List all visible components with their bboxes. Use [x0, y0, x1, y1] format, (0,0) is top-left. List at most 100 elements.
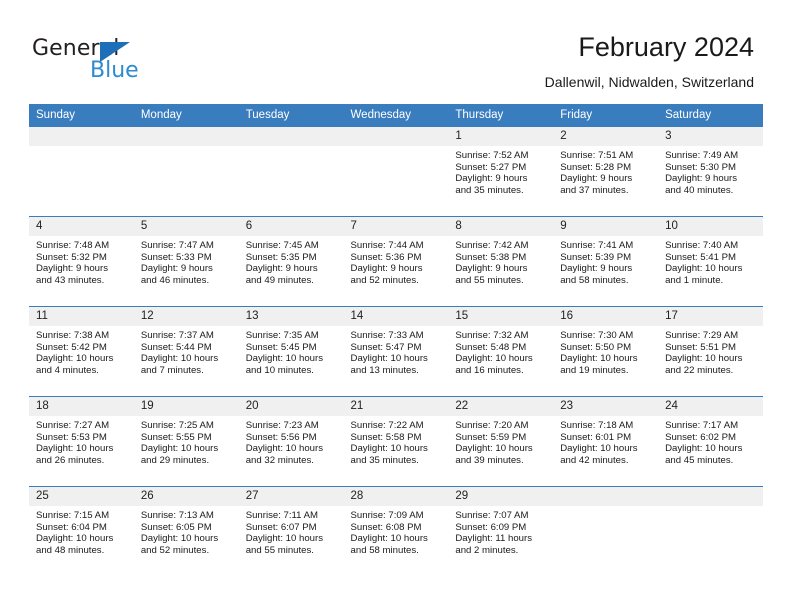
calendar-day-cell[interactable]: 3 Sunrise: 7:49 AM Sunset: 5:30 PM Daylight… — [658, 127, 763, 217]
weekday-header-thursday: Thursday — [448, 104, 554, 127]
weekday-header-tuesday: Tuesday — [238, 104, 344, 127]
sunset-text: Sunset: 5:50 PM — [560, 341, 632, 353]
calendar-day-cell[interactable]: 8 Sunrise: 7:42 AM Sunset: 5:38 PM Daylight… — [448, 216, 554, 307]
calendar-day-cell[interactable]: 19 Sunrise: 7:25 AM Sunset: 5:55 PM Dayligh… — [133, 396, 239, 487]
day-number: 26 — [133, 487, 239, 506]
calendar-day-cell[interactable]: 25 Sunrise: 7:15 AM Sunset: 6:04 PM Dayligh… — [29, 486, 134, 576]
calendar-week-row: 4 Sunrise: 7:48 AM Sunset: 5:32 PM Daylight… — [29, 216, 763, 307]
day-sun-info: Sunrise: 7:17 AM Sunset: 6:02 PM Daylight:… — [658, 416, 763, 466]
calendar-body: 1 Sunrise: 7:52 AM Sunset: 5:27 PM Daylight… — [29, 127, 763, 576]
calendar-day-cell[interactable]: 7 Sunrise: 7:44 AM Sunset: 5:36 PM Daylight… — [343, 216, 449, 307]
calendar-day-cell[interactable]: 24 Sunrise: 7:17 AM Sunset: 6:02 PM Dayligh… — [658, 396, 763, 487]
sunset-text: Sunset: 6:04 PM — [36, 521, 107, 533]
calendar-day-cell[interactable]: 11 Sunrise: 7:38 AM Sunset: 5:42 PM Dayligh… — [29, 306, 134, 397]
day-cell-inner — [553, 487, 659, 576]
calendar-day-cell[interactable]: 17 Sunrise: 7:29 AM Sunset: 5:51 PM Dayligh… — [658, 306, 763, 397]
calendar-empty-cell — [238, 127, 344, 217]
calendar-day-cell[interactable]: 29 Sunrise: 7:07 AM Sunset: 6:09 PM Dayligh… — [448, 486, 554, 576]
calendar-week-row: 25 Sunrise: 7:15 AM Sunset: 6:04 PM Dayligh… — [29, 486, 763, 576]
day-number — [658, 487, 763, 506]
sunrise-text: Sunrise: 7:37 AM — [140, 330, 214, 341]
day-cell-inner: 28 Sunrise: 7:09 AM Sunset: 6:08 PM Dayligh… — [343, 487, 449, 576]
day-sun-info: Sunrise: 7:09 AM Sunset: 6:08 PM Daylight:… — [344, 506, 449, 556]
day-cell-inner — [238, 127, 344, 216]
daylight-text-line1: Daylight: 10 hours — [455, 353, 533, 365]
day-number: 4 — [29, 217, 134, 236]
calendar-day-cell[interactable]: 23 Sunrise: 7:18 AM Sunset: 6:01 PM Dayligh… — [553, 396, 659, 487]
logo-text-blue: Blue — [90, 58, 139, 83]
daylight-text-line2: and 35 minutes. — [350, 454, 419, 466]
calendar-day-cell[interactable]: 15 Sunrise: 7:32 AM Sunset: 5:48 PM Dayligh… — [448, 306, 554, 397]
calendar-week-row: 18 Sunrise: 7:27 AM Sunset: 5:53 PM Dayligh… — [29, 396, 763, 487]
day-sun-info: Sunrise: 7:41 AM Sunset: 5:39 PM Daylight:… — [553, 236, 658, 286]
sunrise-text: Sunrise: 7:42 AM — [455, 240, 529, 251]
day-cell-inner: 1 Sunrise: 7:52 AM Sunset: 5:27 PM Daylight… — [448, 127, 554, 216]
day-sun-info: Sunrise: 7:47 AM Sunset: 5:33 PM Daylight:… — [134, 236, 239, 286]
sunset-text: Sunset: 5:44 PM — [140, 341, 212, 353]
day-cell-inner: 12 Sunrise: 7:37 AM Sunset: 5:44 PM Dayligh… — [133, 307, 239, 396]
day-number: 6 — [238, 217, 344, 236]
sunset-text: Sunset: 6:05 PM — [140, 521, 212, 533]
day-number: 10 — [658, 217, 763, 236]
calendar-day-cell[interactable]: 1 Sunrise: 7:52 AM Sunset: 5:27 PM Daylight… — [448, 127, 554, 217]
calendar-day-cell[interactable]: 28 Sunrise: 7:09 AM Sunset: 6:08 PM Dayligh… — [343, 486, 449, 576]
daylight-text-line1: Daylight: 10 hours — [560, 353, 638, 365]
sunrise-text: Sunrise: 7:18 AM — [560, 420, 634, 431]
calendar-day-cell[interactable]: 20 Sunrise: 7:23 AM Sunset: 5:56 PM Dayligh… — [238, 396, 344, 487]
sunrise-text: Sunrise: 7:07 AM — [455, 510, 529, 521]
calendar-day-cell[interactable]: 5 Sunrise: 7:47 AM Sunset: 5:33 PM Daylight… — [133, 216, 239, 307]
calendar-day-cell[interactable]: 9 Sunrise: 7:41 AM Sunset: 5:39 PM Daylight… — [553, 216, 659, 307]
calendar-day-cell[interactable]: 27 Sunrise: 7:11 AM Sunset: 6:07 PM Dayligh… — [238, 486, 344, 576]
calendar-day-cell[interactable]: 22 Sunrise: 7:20 AM Sunset: 5:59 PM Dayligh… — [448, 396, 554, 487]
daylight-text-line1: Daylight: 10 hours — [245, 443, 324, 455]
daylight-text-line1: Daylight: 10 hours — [560, 443, 638, 455]
calendar-day-cell[interactable]: 2 Sunrise: 7:51 AM Sunset: 5:28 PM Daylight… — [553, 127, 659, 217]
day-number: 27 — [238, 487, 344, 506]
sunset-text: Sunset: 5:51 PM — [665, 341, 736, 353]
daylight-text-line1: Daylight: 10 hours — [665, 353, 743, 365]
sunset-text: Sunset: 5:30 PM — [665, 161, 736, 173]
sunset-text: Sunset: 5:27 PM — [455, 161, 527, 173]
sunrise-text: Sunrise: 7:13 AM — [140, 510, 214, 521]
calendar-day-cell[interactable]: 21 Sunrise: 7:22 AM Sunset: 5:58 PM Dayligh… — [343, 396, 449, 487]
day-sun-info: Sunrise: 7:49 AM Sunset: 5:30 PM Daylight:… — [658, 146, 763, 196]
daylight-text-line1: Daylight: 10 hours — [36, 533, 114, 545]
day-number: 2 — [553, 127, 659, 146]
calendar-day-cell[interactable]: 18 Sunrise: 7:27 AM Sunset: 5:53 PM Dayligh… — [29, 396, 134, 487]
weekday-header-wednesday: Wednesday — [343, 104, 449, 127]
daylight-text-line2: and 1 minute. — [665, 274, 724, 286]
calendar-day-cell[interactable]: 14 Sunrise: 7:33 AM Sunset: 5:47 PM Dayligh… — [343, 306, 449, 397]
calendar-day-cell[interactable]: 4 Sunrise: 7:48 AM Sunset: 5:32 PM Daylight… — [29, 216, 134, 307]
sunrise-text: Sunrise: 7:20 AM — [455, 420, 529, 431]
sunset-text: Sunset: 5:39 PM — [560, 251, 632, 263]
day-number: 5 — [133, 217, 239, 236]
calendar-table: Sunday Monday Tuesday Wednesday Thursday… — [29, 104, 763, 576]
day-number: 28 — [343, 487, 449, 506]
calendar-day-cell[interactable]: 13 Sunrise: 7:35 AM Sunset: 5:45 PM Dayligh… — [238, 306, 344, 397]
calendar-day-cell[interactable]: 26 Sunrise: 7:13 AM Sunset: 6:05 PM Dayligh… — [133, 486, 239, 576]
calendar-empty-cell — [658, 486, 763, 576]
daylight-text-line2: and 10 minutes. — [245, 364, 314, 376]
day-sun-info: Sunrise: 7:45 AM Sunset: 5:35 PM Daylight:… — [239, 236, 344, 286]
daylight-text-line2: and 19 minutes. — [560, 364, 629, 376]
day-cell-inner: 5 Sunrise: 7:47 AM Sunset: 5:33 PM Daylight… — [133, 217, 239, 306]
page-subtitle: Dallenwil, Nidwalden, Switzerland — [544, 74, 754, 90]
day-cell-inner: 27 Sunrise: 7:11 AM Sunset: 6:07 PM Dayligh… — [238, 487, 344, 576]
day-sun-info: Sunrise: 7:33 AM Sunset: 5:47 PM Daylight:… — [344, 326, 449, 376]
daylight-text-line2: and 37 minutes. — [560, 184, 629, 196]
calendar-day-cell[interactable]: 16 Sunrise: 7:30 AM Sunset: 5:50 PM Dayligh… — [553, 306, 659, 397]
calendar-day-cell[interactable]: 6 Sunrise: 7:45 AM Sunset: 5:35 PM Daylight… — [238, 216, 344, 307]
daylight-text-line2: and 2 minutes. — [455, 544, 519, 556]
day-number: 3 — [658, 127, 763, 146]
day-sun-info: Sunrise: 7:23 AM Sunset: 5:56 PM Daylight:… — [239, 416, 344, 466]
day-cell-inner: 18 Sunrise: 7:27 AM Sunset: 5:53 PM Dayligh… — [29, 397, 134, 486]
daylight-text-line2: and 16 minutes. — [455, 364, 524, 376]
calendar-day-cell[interactable]: 10 Sunrise: 7:40 AM Sunset: 5:41 PM Dayligh… — [658, 216, 763, 307]
daylight-text-line2: and 58 minutes. — [560, 274, 629, 286]
calendar-day-cell[interactable]: 12 Sunrise: 7:37 AM Sunset: 5:44 PM Dayligh… — [133, 306, 239, 397]
daylight-text-line1: Daylight: 10 hours — [140, 353, 219, 365]
weekday-header-friday: Friday — [553, 104, 659, 127]
day-cell-inner: 13 Sunrise: 7:35 AM Sunset: 5:45 PM Dayligh… — [238, 307, 344, 396]
daylight-text-line2: and 40 minutes. — [665, 184, 734, 196]
sunset-text: Sunset: 5:56 PM — [245, 431, 317, 443]
